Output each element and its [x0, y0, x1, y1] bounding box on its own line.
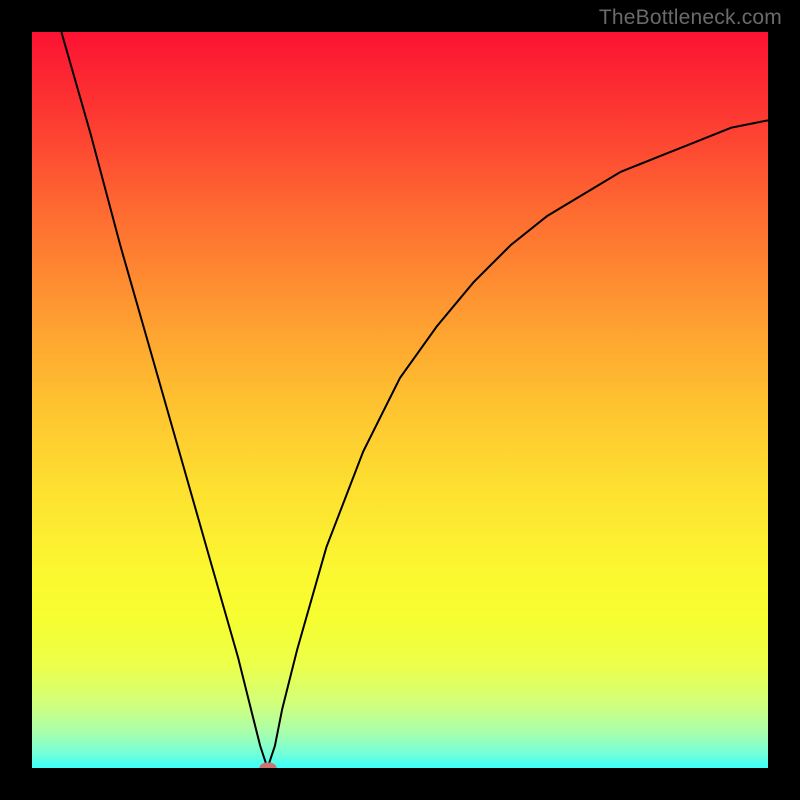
watermark-text: TheBottleneck.com	[599, 6, 782, 30]
plot-area	[32, 32, 768, 768]
curve-layer	[32, 32, 768, 768]
bottleneck-curve	[61, 32, 768, 768]
minimum-marker	[259, 763, 276, 769]
chart-container: TheBottleneck.com	[0, 0, 800, 800]
